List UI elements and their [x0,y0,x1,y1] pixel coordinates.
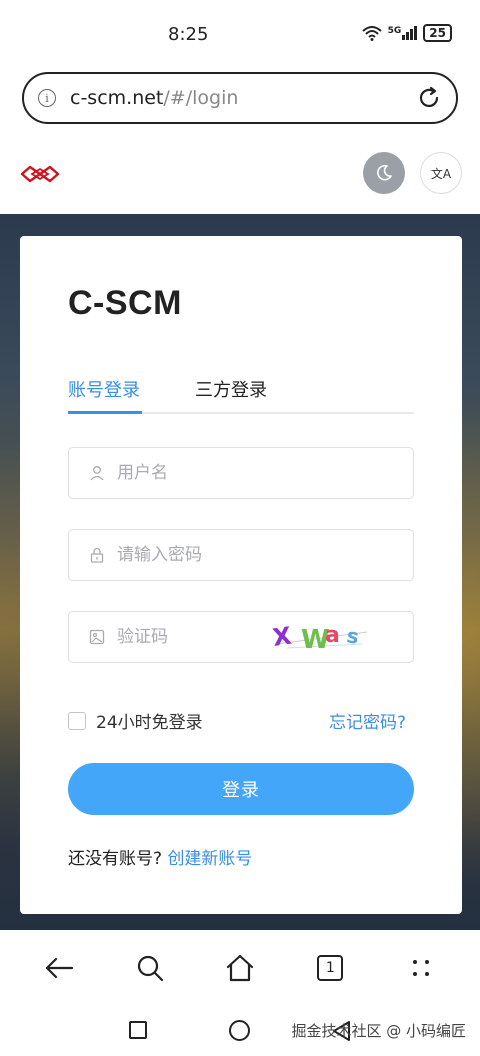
language-button[interactable]: 文A [420,152,462,194]
captcha-field[interactable]: X W a s [68,611,414,663]
site-header: 文A [0,140,480,212]
menu-button[interactable] [397,944,445,992]
remember-label: 24小时免登录 [96,713,203,733]
create-account-link[interactable]: 创建新账号 [167,849,252,869]
back-arrow-icon [46,957,74,979]
moon-icon [377,164,392,181]
translate-icon: 文A [430,166,452,181]
tab-third-party-login[interactable]: 三方登录 [195,376,267,402]
register-row: 还没有账号? 创建新账号 [68,844,252,869]
remember-checkbox[interactable] [68,711,86,730]
status-time: 8:25 [168,24,209,45]
tab-account-login[interactable]: 账号登录 [68,376,140,402]
url-bar[interactable]: i c-scm.net/#/login [22,72,458,124]
login-card: C-SCM 账号登录 三方登录 用户名 验证码 X W a s 24小时免登录 … [20,236,462,914]
tabs-button[interactable]: 1 [306,944,354,992]
status-bar: 8:25 5G 25 [0,0,480,64]
remember-me[interactable]: 24小时免登录 [68,708,203,733]
status-icons: 5G 25 [361,24,452,42]
back-button[interactable] [35,944,83,992]
dark-mode-button[interactable] [363,152,405,194]
system-nav-bar: 掘金技术社区 @ 小码编匠 [0,1006,480,1056]
page-title: C-SCM [68,284,182,322]
url-path: /#/login [163,87,239,109]
home-circle-icon[interactable] [229,1020,250,1041]
battery-icon: 25 [423,24,452,42]
login-button[interactable]: 登录 [68,763,414,815]
search-icon [137,955,163,982]
home-button[interactable] [216,944,264,992]
login-tabs: 账号登录 三方登录 [68,372,414,414]
svg-text:a: a [325,623,340,648]
captcha-image[interactable]: X W a s [267,618,377,656]
network-label: 5G [387,26,402,36]
svg-text:s: s [345,623,361,649]
browser-toolbar: 1 [0,930,480,1006]
username-field[interactable] [68,447,414,499]
recents-icon[interactable] [129,1021,147,1039]
watermark: 掘金技术社区 @ 小码编匠 [291,1022,466,1040]
register-prompt: 还没有账号? [68,849,163,869]
home-icon [226,954,254,982]
signal-icon: 5G [388,26,418,40]
password-field[interactable] [68,529,414,581]
logo-icon[interactable] [20,164,60,184]
wifi-icon [361,26,382,41]
search-button[interactable] [126,944,174,992]
user-icon [89,465,105,481]
password-input[interactable] [117,545,297,565]
lock-icon [89,547,105,563]
captcha-image-icon [89,629,105,645]
username-input[interactable] [117,463,297,483]
svg-text:X: X [271,622,294,652]
url-host: c-scm.net [70,87,164,109]
forgot-password-link[interactable]: 忘记密码? [329,708,406,733]
more-dots-icon [412,960,429,976]
reload-icon[interactable] [416,85,442,111]
active-tab-indicator [68,411,142,414]
tabs-count-icon: 1 [317,955,344,981]
info-icon[interactable]: i [38,89,56,107]
url-text[interactable]: c-scm.net/#/login [70,87,416,109]
